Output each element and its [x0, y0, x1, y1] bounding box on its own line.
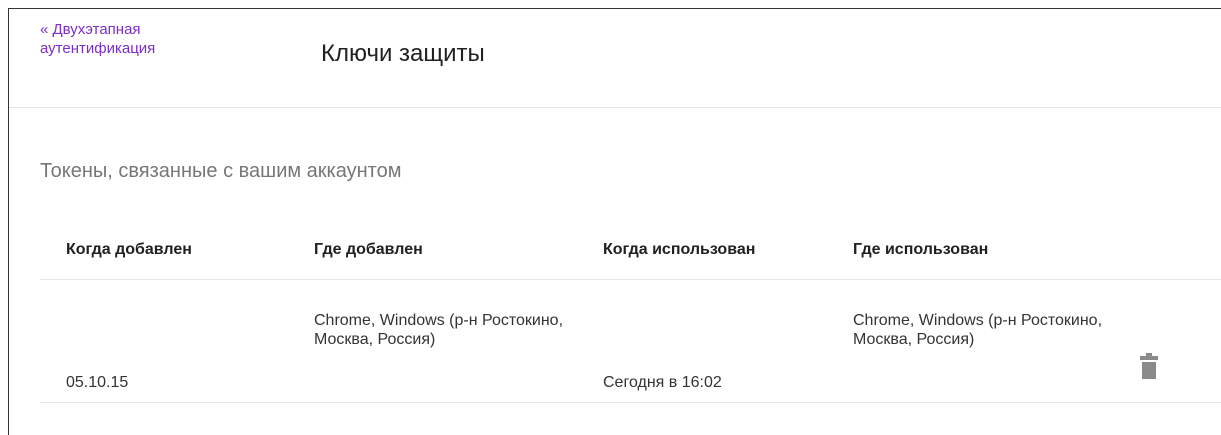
section-title: Токены, связанные с вашим аккаунтом [40, 160, 402, 182]
page-header: « Двухэтапная аутентификация Ключи защит… [9, 9, 1221, 108]
page-frame: « Двухэтапная аутентификация Ключи защит… [8, 8, 1221, 435]
column-header-added-where: Где добавлен [314, 241, 423, 258]
column-header-used-when: Когда использован [603, 241, 756, 258]
back-link[interactable]: « Двухэтапная аутентификация [40, 20, 230, 58]
column-header-used-where: Где использован [853, 241, 989, 258]
column-header-added-when: Когда добавлен [66, 241, 192, 258]
used-where-cell: Chrome, Windows (р-н Ростокино, Москва, … [853, 312, 1103, 348]
added-when-cell: 05.10.15 [66, 374, 129, 391]
table-row-divider [40, 402, 1221, 403]
page-title: Ключи защиты [321, 40, 485, 67]
table-header-divider [40, 279, 1221, 280]
added-where-cell: Chrome, Windows (р-н Ростокино, Москва, … [314, 312, 564, 348]
trash-icon[interactable] [1140, 353, 1158, 379]
used-when-cell: Сегодня в 16:02 [603, 374, 722, 391]
